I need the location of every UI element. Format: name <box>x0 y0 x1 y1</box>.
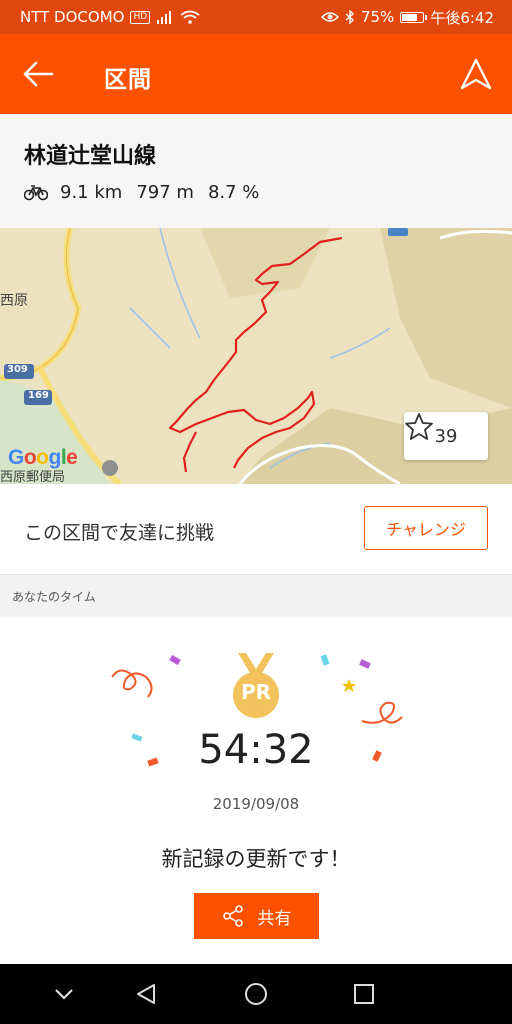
pr-badge-label: PR <box>240 680 272 704</box>
app-bar: 区間 <box>0 34 512 114</box>
share-icon <box>222 905 243 927</box>
wifi-icon <box>180 10 200 24</box>
map-place-label: 西原 <box>0 293 28 309</box>
challenge-row: この区間で友達に挑戦 チャレンジ <box>0 484 512 575</box>
square-recents-icon <box>354 984 374 1004</box>
google-logo-letter: o <box>23 446 37 469</box>
page-title: 区間 <box>104 67 152 93</box>
segment-distance: 9.1 km <box>60 182 123 203</box>
system-nav-bar <box>0 964 512 1024</box>
share-button[interactable]: 共有 <box>194 893 319 939</box>
segment-name: 林道辻堂山線 <box>24 144 157 169</box>
segment-stats: 9.1 km 797 m 8.7 % <box>24 182 512 203</box>
route-309-label: 309 <box>7 364 28 375</box>
route-169-label: 169 <box>28 390 49 401</box>
battery-percent: 75% <box>360 8 395 26</box>
your-time-section-label: あなたのタイム <box>0 575 512 617</box>
google-logo-letter: o <box>36 446 49 469</box>
segment-grade: 8.7 % <box>207 182 260 203</box>
hide-nav-button[interactable] <box>48 978 80 1010</box>
back-button[interactable] <box>16 54 60 94</box>
battery-icon <box>400 11 428 23</box>
star-count: 39 <box>434 425 458 447</box>
google-logo: Google <box>8 446 78 470</box>
hd-badge: HD <box>130 10 151 24</box>
star-icon <box>405 413 433 440</box>
segment-map[interactable]: 西原 309 169 西原郵便局 Google 39 <box>0 228 512 484</box>
system-home-button[interactable] <box>240 978 272 1010</box>
clock: 午後6:42 <box>430 8 494 27</box>
system-back-button[interactable] <box>130 978 162 1010</box>
challenge-text: この区間で友達に挑戦 <box>24 522 215 544</box>
arrow-left-icon <box>23 61 54 87</box>
eye-icon <box>320 12 339 22</box>
bluetooth-icon <box>345 10 354 24</box>
share-label: 共有 <box>257 908 292 929</box>
effort-date: 2019/09/08 <box>212 795 300 813</box>
chevron-down-icon <box>55 989 73 1000</box>
navigate-button[interactable] <box>454 52 498 96</box>
segment-header: 林道辻堂山線 9.1 km 797 m 8.7 % <box>0 114 512 228</box>
bicycle-icon <box>24 184 48 200</box>
pr-message: 新記録の更新です！ <box>161 847 351 871</box>
google-logo-letter: e <box>66 446 78 469</box>
challenge-button[interactable]: チャレンジ <box>364 506 488 550</box>
navigation-icon <box>460 58 492 90</box>
google-logo-letter: g <box>48 446 62 469</box>
signal-icon <box>157 11 172 24</box>
star-button[interactable]: 39 <box>404 412 488 460</box>
google-logo-letter: G <box>8 446 24 469</box>
status-bar: NTT DOCOMO HD 75% 午後6:42 <box>0 0 512 34</box>
triangle-back-icon <box>137 984 155 1004</box>
segment-elevation: 797 m <box>136 182 194 203</box>
system-recents-button[interactable] <box>348 978 380 1010</box>
personal-record-card: PR 54:32 2019/09/08 新記録の更新です！ 共有 <box>0 617 512 964</box>
circle-home-icon <box>245 983 267 1005</box>
segment-time: 54:32 <box>198 727 314 773</box>
carrier-name: NTT DOCOMO <box>20 8 125 26</box>
